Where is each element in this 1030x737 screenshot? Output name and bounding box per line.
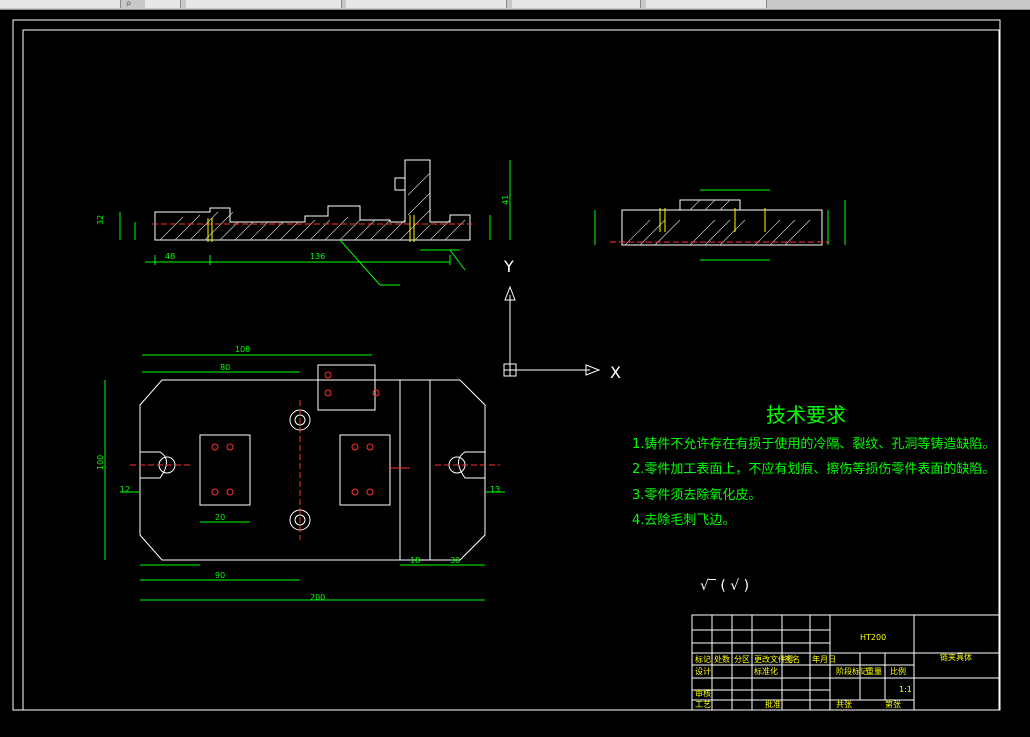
plan-dim-inner-width: 20 [215,513,225,522]
toolbar-segment-2[interactable] [145,0,181,8]
material-label: HT200 [860,633,886,642]
plan-dim-offset-left: 12 [120,485,130,494]
cad-application: ⌕ 48 136 32 41 Y X 108 80 200 90 18 30 2… [0,0,1030,737]
label-process: 工艺 [695,700,711,709]
plan-dim-overall-height: 100 [96,455,105,470]
label-date: 年月日 [812,654,836,664]
front-dim-left: 48 [165,252,175,261]
toolbar-segment-5[interactable] [512,0,641,8]
toolbar-segment-3[interactable] [186,0,342,8]
toolbar-segment-4[interactable] [346,0,507,8]
plan-dim-right-span: 30 [450,556,460,565]
label-designer: 设计 [695,666,711,676]
ucs-icon: Y X [503,257,621,382]
plan-view: 108 80 200 90 18 30 20 12 13 100 [96,345,505,602]
front-dim-mid: 136 [310,252,325,261]
ucs-x-label: X [610,363,621,382]
label-sign: 签名 [784,654,800,664]
requirement-item-4: 4.去除毛刺飞边。 [632,513,735,528]
title-block: HT200 链夹具体 1:1 标记 处数 分区 更改文件号 签名 年月日 设计 … [691,614,1000,711]
drawing-canvas[interactable]: 48 136 32 41 Y X 108 80 200 90 18 30 20 … [10,10,1020,727]
front-dim-height-left: 32 [96,215,105,225]
requirement-item-3: 3.零件须去除氧化皮。 [632,488,761,503]
label-count: 处数 [714,654,730,664]
plan-dim-offset-right: 13 [490,485,500,494]
zoom-icon[interactable]: ⌕ [126,0,132,9]
label-scale: 比例 [890,666,906,676]
front-hatch [159,172,466,241]
technical-requirements: 技术要求 1.铸件不允许存在有损于使用的冷隔、裂纹、孔洞等铸造缺陷。 2.零件加… [632,403,995,594]
plan-dim-overall-width: 200 [310,593,325,602]
sheet-outer-border [12,19,1001,711]
label-standard: 标准化 [754,666,778,676]
side-section-view [594,189,846,261]
front-dim-height-right: 41 [501,195,510,205]
plan-dim-left-span: 80 [220,363,230,372]
toolbar-segment-1[interactable] [0,0,121,8]
drawing-svg: 48 136 32 41 Y X 108 80 200 90 18 30 20 … [12,19,1001,711]
plan-dim-top-span: 108 [235,345,250,354]
label-mark: 标记 [695,654,711,664]
part-name: 链夹具体 [940,652,972,662]
label-reviewer: 审核 [695,688,711,698]
requirement-item-2: 2.零件加工表面上，不应有划痕、擦伤等损伤零件表面的缺陷。 [632,461,995,477]
scale-value: 1:1 [899,685,912,694]
label-sheet-of: 第张 [885,699,901,709]
plan-dim-bottom-right: 18 [410,556,420,565]
roughness-note: √‾ ( √ ) [700,578,749,594]
ucs-y-label: Y [503,257,514,276]
toolbar-segment-6[interactable] [646,0,767,8]
requirements-title: 技术要求 [766,403,846,427]
front-elevation-view: 48 136 32 41 [96,159,511,286]
label-zone: 分区 [734,655,750,664]
requirement-item-1: 1.铸件不允许存在有损于使用的冷隔、裂纹、孔洞等铸造缺陷。 [632,436,995,452]
label-weight: 重量 [866,666,882,676]
label-approve: 批准 [765,699,781,709]
plan-dim-bottom-left: 90 [215,571,225,580]
toolbar-strip: ⌕ [0,0,1030,10]
label-stage: 阶段标记 [836,666,868,676]
label-sheet: 共张 [836,700,852,709]
